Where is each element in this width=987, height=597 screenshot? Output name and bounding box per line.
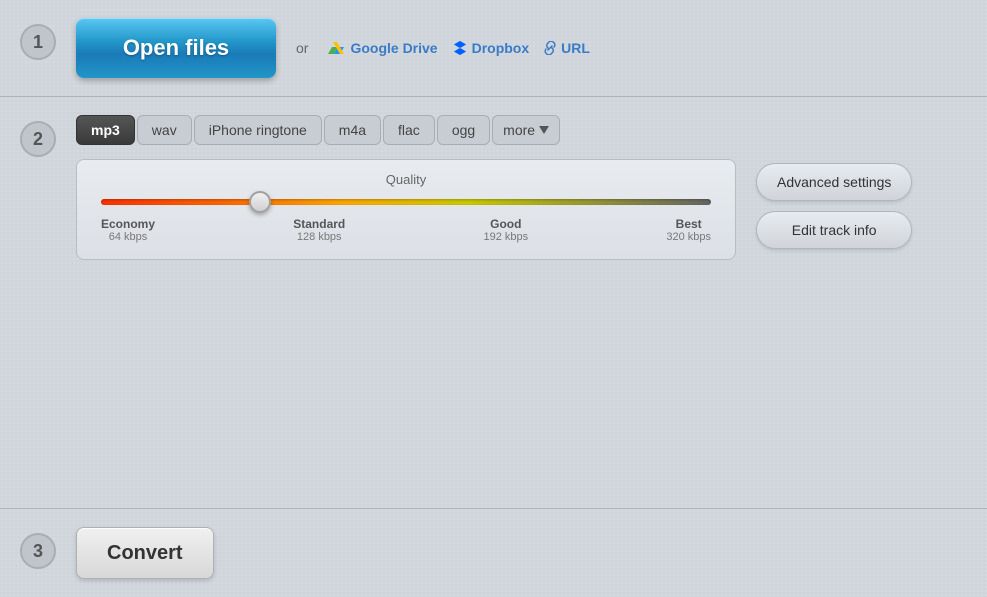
url-link[interactable]: URL bbox=[543, 40, 590, 56]
url-icon bbox=[543, 41, 557, 55]
tab-more[interactable]: more bbox=[492, 115, 560, 145]
mark-economy-value: 64 kbps bbox=[109, 231, 148, 243]
slider-marks: Economy 64 kbps Standard 128 kbps Good 1… bbox=[97, 217, 715, 243]
tab-m4a[interactable]: m4a bbox=[324, 115, 381, 145]
tab-flac[interactable]: flac bbox=[383, 115, 435, 145]
cloud-links: Google Drive Dropbox URL bbox=[328, 40, 589, 56]
edit-track-info-button[interactable]: Edit track info bbox=[756, 211, 912, 249]
step-1-circle: 1 bbox=[20, 24, 56, 60]
section-2: 2 mp3 wav iPhone ringtone m4a flac ogg m… bbox=[0, 97, 987, 509]
slider-mark-economy: Economy 64 kbps bbox=[101, 217, 155, 243]
dropbox-link[interactable]: Dropbox bbox=[452, 40, 530, 56]
quality-panel-wrapper: Quality Economy 64 kbps Standard 128 kbp… bbox=[76, 159, 967, 260]
mark-good-value: 192 kbps bbox=[483, 231, 528, 243]
slider-thumb[interactable] bbox=[249, 191, 271, 213]
slider-container[interactable] bbox=[97, 199, 715, 205]
mark-standard-value: 128 kbps bbox=[297, 231, 342, 243]
tab-iphone-ringtone[interactable]: iPhone ringtone bbox=[194, 115, 322, 145]
mark-good-label: Good bbox=[490, 217, 521, 231]
step-2-circle: 2 bbox=[20, 121, 56, 157]
mark-economy-label: Economy bbox=[101, 217, 155, 231]
advanced-settings-button[interactable]: Advanced settings bbox=[756, 163, 912, 201]
tab-ogg[interactable]: ogg bbox=[437, 115, 490, 145]
right-buttons: Advanced settings Edit track info bbox=[756, 163, 912, 249]
step-3-circle: 3 bbox=[20, 533, 56, 569]
mark-best-value: 320 kbps bbox=[666, 231, 711, 243]
google-drive-icon bbox=[328, 40, 346, 56]
section-1: 1 Open files or Google Drive Dropbox bbox=[0, 0, 987, 97]
slider-mark-best: Best 320 kbps bbox=[666, 217, 711, 243]
section-2-content: mp3 wav iPhone ringtone m4a flac ogg mor… bbox=[76, 115, 967, 260]
or-text: or bbox=[296, 40, 308, 56]
slider-track bbox=[101, 199, 711, 205]
more-label: more bbox=[503, 122, 535, 138]
chevron-down-icon bbox=[539, 126, 549, 134]
mark-best-label: Best bbox=[676, 217, 702, 231]
dropbox-icon bbox=[452, 40, 468, 56]
google-drive-link[interactable]: Google Drive bbox=[328, 40, 437, 56]
tab-mp3[interactable]: mp3 bbox=[76, 115, 135, 145]
convert-button[interactable]: Convert bbox=[76, 527, 214, 579]
open-files-button[interactable]: Open files bbox=[76, 18, 276, 78]
slider-mark-standard: Standard 128 kbps bbox=[293, 217, 345, 243]
tab-wav[interactable]: wav bbox=[137, 115, 192, 145]
mark-standard-label: Standard bbox=[293, 217, 345, 231]
format-tabs: mp3 wav iPhone ringtone m4a flac ogg mor… bbox=[76, 115, 967, 145]
quality-label: Quality bbox=[97, 172, 715, 187]
section-3: 3 Convert bbox=[0, 509, 987, 597]
quality-panel: Quality Economy 64 kbps Standard 128 kbp… bbox=[76, 159, 736, 260]
slider-mark-good: Good 192 kbps bbox=[483, 217, 528, 243]
